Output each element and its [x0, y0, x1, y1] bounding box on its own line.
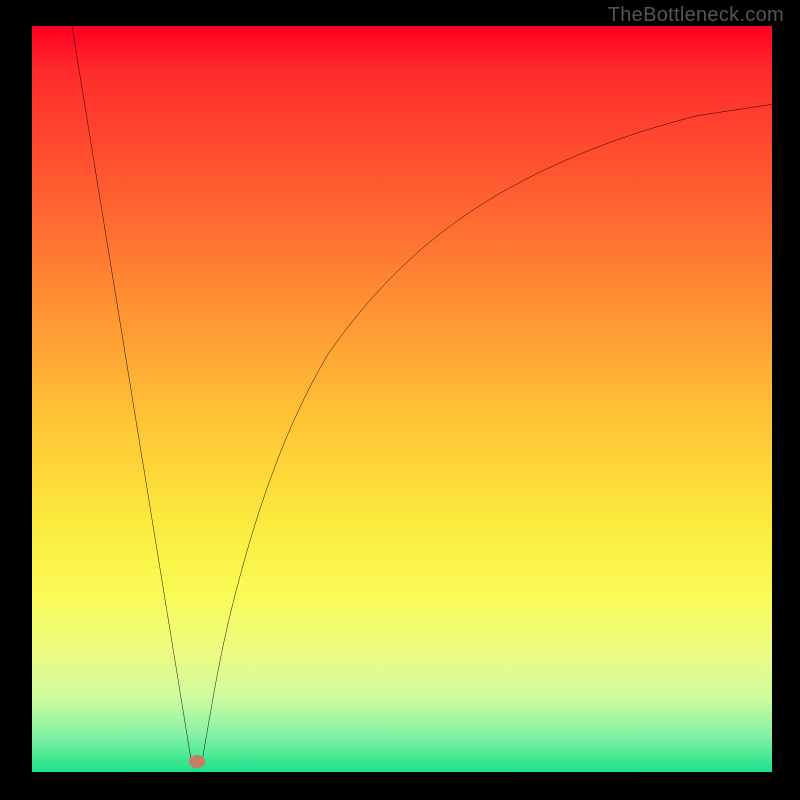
- curve-left: [72, 26, 191, 760]
- curve-right: [191, 104, 772, 760]
- watermark-text: TheBottleneck.com: [608, 4, 784, 27]
- chart-stage: TheBottleneck.com: [0, 0, 800, 800]
- plot-area: [32, 26, 772, 772]
- minimum-marker: [189, 755, 205, 768]
- curve-layer: [32, 26, 772, 772]
